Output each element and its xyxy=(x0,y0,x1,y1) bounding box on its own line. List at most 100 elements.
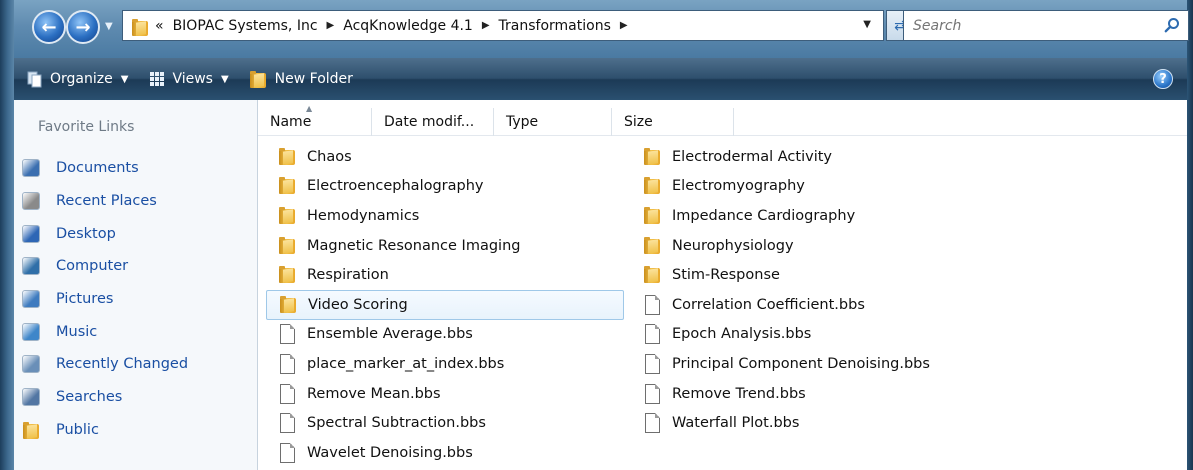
file-name: Neurophysiology xyxy=(672,237,794,254)
nav-item-label: Searches xyxy=(56,389,123,406)
file-name: Remove Mean.bbs xyxy=(307,385,441,402)
folder-item[interactable]: Impedance Cardiography xyxy=(631,201,991,231)
file-name: place_marker_at_index.bbs xyxy=(307,355,505,372)
command-toolbar: Organize ▼ Views ▼ New Folder ? xyxy=(14,58,1187,100)
searches-icon xyxy=(22,388,40,407)
folder-icon xyxy=(279,295,299,315)
views-icon xyxy=(150,72,165,86)
file-name: Hemodynamics xyxy=(307,207,420,224)
nav-item[interactable]: Documents xyxy=(22,152,252,185)
breadcrumb-segment-biopac[interactable]: BIOPAC Systems, Inc xyxy=(173,18,318,34)
file-item[interactable]: Remove Trend.bbs xyxy=(631,379,991,409)
document-icon xyxy=(278,383,298,404)
column-header-date-modified[interactable]: Date modif... xyxy=(372,108,494,136)
file-item[interactable]: Remove Mean.bbs xyxy=(266,379,624,409)
file-item[interactable]: place_marker_at_index.bbs xyxy=(266,349,624,379)
window-frame-left xyxy=(0,0,14,470)
breadcrumb-overflow[interactable]: « xyxy=(155,18,164,34)
file-name: Stim-Response xyxy=(672,267,780,284)
folder-item[interactable]: Electroencephalography xyxy=(266,172,624,202)
folder-icon xyxy=(643,265,663,285)
nav-item-label: Recently Changed xyxy=(56,356,189,373)
address-dropdown-icon[interactable]: ▼ xyxy=(863,19,871,30)
search-input[interactable] xyxy=(904,17,1144,34)
file-name: Ensemble Average.bbs xyxy=(307,326,473,343)
breadcrumb-separator-icon[interactable]: ▶ xyxy=(327,20,335,31)
folder-item[interactable]: Respiration xyxy=(266,260,624,290)
file-item[interactable]: Epoch Analysis.bbs xyxy=(631,320,991,350)
new-folder-label: New Folder xyxy=(274,71,353,87)
favorite-links-list: Documents Recent Places Desktop Computer Pic… xyxy=(22,152,252,446)
organize-icon xyxy=(27,71,42,88)
favorite-links-heading: Favorite Links xyxy=(38,119,135,135)
document-icon xyxy=(643,294,663,315)
breadcrumb[interactable]: « BIOPAC Systems, Inc ▶ AcqKnowledge 4.1… xyxy=(122,10,884,41)
column-header-name[interactable]: ▲ Name xyxy=(258,105,372,136)
document-icon xyxy=(278,353,298,374)
file-item[interactable]: Wavelet Denoising.bbs xyxy=(266,438,624,468)
folder-item[interactable]: Video Scoring xyxy=(266,290,624,320)
forward-button[interactable]: → xyxy=(66,10,100,44)
nav-item[interactable]: Recently Changed xyxy=(22,348,252,381)
nav-item-label: Documents xyxy=(56,160,139,177)
nav-item[interactable]: Public xyxy=(22,414,252,447)
column-header-type[interactable]: Type xyxy=(494,108,612,136)
back-arrow-icon: ← xyxy=(41,16,57,38)
column-headers: ▲ Name Date modif... Type Size xyxy=(258,105,1187,136)
file-item[interactable]: Principal Component Denoising.bbs xyxy=(631,349,991,379)
file-item[interactable]: Waterfall Plot.bbs xyxy=(631,408,991,438)
nav-item-label: Public xyxy=(56,421,99,438)
document-icon xyxy=(643,383,663,404)
document-icon xyxy=(278,413,298,434)
window-frame-right xyxy=(1187,0,1193,470)
new-folder-button[interactable]: New Folder xyxy=(243,63,359,95)
folder-item[interactable]: Magnetic Resonance Imaging xyxy=(266,231,624,261)
views-button[interactable]: Views ▼ xyxy=(142,63,234,95)
recent-places-icon xyxy=(22,192,40,211)
folder-icon xyxy=(278,147,298,167)
folder-item[interactable]: Neurophysiology xyxy=(631,231,991,261)
folder-item[interactable]: Stim-Response xyxy=(631,260,991,290)
folder-item[interactable]: Electrodermal Activity xyxy=(631,142,991,172)
search-box[interactable] xyxy=(903,10,1189,41)
nav-item[interactable]: Computer xyxy=(22,250,252,283)
breadcrumb-separator-icon[interactable]: ▶ xyxy=(482,20,490,31)
document-icon xyxy=(278,324,298,345)
breadcrumb-segment-transformations[interactable]: Transformations xyxy=(499,18,611,34)
back-button[interactable]: ← xyxy=(32,10,66,44)
folder-icon xyxy=(278,236,298,256)
nav-item[interactable]: Desktop xyxy=(22,217,252,250)
file-name: Respiration xyxy=(307,267,389,284)
recent-pages-dropdown-icon[interactable]: ▼ xyxy=(105,21,113,32)
navigation-pane: Favorite Links Documents Recent Places Des… xyxy=(14,100,258,470)
forward-arrow-icon: → xyxy=(75,16,91,38)
folder-item[interactable]: Hemodynamics xyxy=(266,201,624,231)
help-button[interactable]: ? xyxy=(1153,69,1173,89)
nav-item[interactable]: Recent Places xyxy=(22,185,252,218)
nav-item-label: Desktop xyxy=(56,225,116,242)
search-icon[interactable] xyxy=(1164,17,1180,33)
column-header-size[interactable]: Size xyxy=(612,108,734,136)
views-label: Views xyxy=(172,71,213,87)
breadcrumb-segment-acqknowledge[interactable]: AcqKnowledge 4.1 xyxy=(343,18,473,34)
folder-item[interactable]: Chaos xyxy=(266,142,624,172)
file-list-pane: ▲ Name Date modif... Type Size Chaos Elec… xyxy=(258,100,1187,470)
nav-item[interactable]: Searches xyxy=(22,381,252,414)
file-item[interactable]: Spectral Subtraction.bbs xyxy=(266,408,624,438)
chevron-down-icon: ▼ xyxy=(220,73,229,85)
file-name: Electrodermal Activity xyxy=(672,148,832,165)
nav-item[interactable]: Music xyxy=(22,315,252,348)
file-name: Waterfall Plot.bbs xyxy=(672,415,800,432)
file-name: Wavelet Denoising.bbs xyxy=(307,444,473,461)
breadcrumb-separator-icon[interactable]: ▶ xyxy=(620,20,628,31)
help-label: ? xyxy=(1159,71,1167,87)
file-item[interactable]: Correlation Coefficient.bbs xyxy=(631,290,991,320)
nav-item-label: Pictures xyxy=(56,291,114,308)
nav-item[interactable]: Pictures xyxy=(22,283,252,316)
document-icon xyxy=(643,324,663,345)
folder-icon xyxy=(643,206,663,226)
organize-button[interactable]: Organize ▼ xyxy=(20,63,134,95)
file-item[interactable]: Ensemble Average.bbs xyxy=(266,320,624,350)
folder-item[interactable]: Electromyography xyxy=(631,172,991,202)
file-name: Epoch Analysis.bbs xyxy=(672,326,812,343)
